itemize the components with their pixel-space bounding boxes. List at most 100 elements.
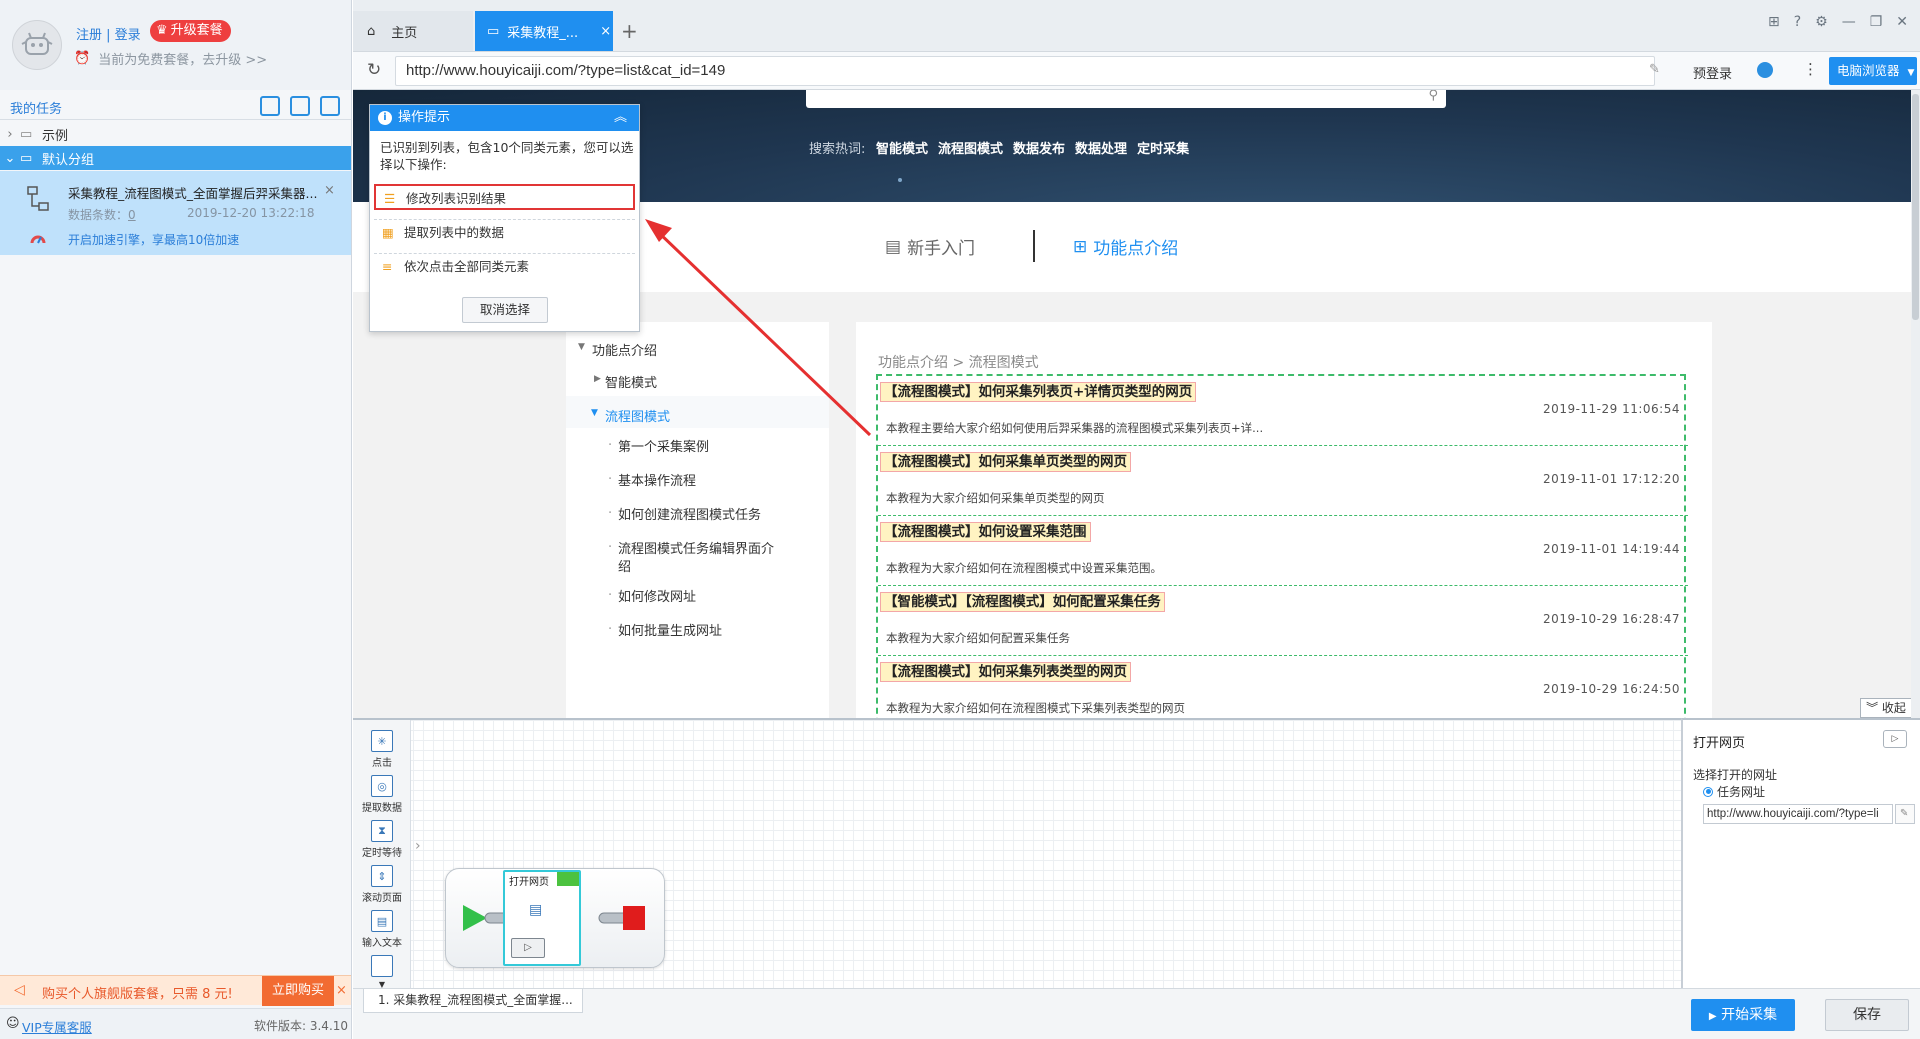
search-icon[interactable]: ⚲ (1428, 90, 1438, 103)
import-task-icon[interactable] (260, 96, 280, 116)
caret-down-icon: ▼ (578, 342, 585, 352)
edit-url-button[interactable]: ✎ (1895, 804, 1915, 824)
menu-item-active[interactable]: 流程图模式 (605, 406, 670, 425)
more-menu-icon[interactable]: ⋮ (1803, 60, 1818, 78)
pre-login-button[interactable]: 预登录 (1693, 63, 1732, 82)
collapse-button[interactable]: ︾ 收起 (1860, 698, 1912, 718)
collapse-up-icon[interactable]: ︽ (614, 105, 627, 131)
save-button[interactable]: 保存 (1825, 999, 1909, 1031)
list-item[interactable]: 【智能模式】【流程图模式】如何配置采集任务 2019-10-29 16:28:4… (878, 586, 1688, 656)
tab-tutorial[interactable]: ▭ 采集教程_... × (475, 11, 613, 51)
article-list[interactable]: 【流程图模式】如何采集列表页+详情页类型的网页 2019-11-29 11:06… (876, 374, 1688, 718)
cancel-selection-button[interactable]: 取消选择 (462, 297, 548, 323)
tool-click[interactable]: ✳ 点击 (356, 730, 408, 769)
login-link[interactable]: 注册 | 登录 (76, 24, 141, 43)
article-title[interactable]: 【流程图模式】如何采集列表页+详情页类型的网页 (880, 382, 1197, 402)
task-item[interactable]: 采集教程_流程图模式_全面掌握后羿采集器... × 数据条数：0 2019-12… (0, 171, 351, 255)
tool-wait[interactable]: ⧗ 定时等待 (356, 820, 408, 859)
tool-more[interactable]: ▼ (356, 955, 408, 990)
url-input[interactable]: http://www.houyicaiji.com/?type=list&cat… (395, 56, 1655, 86)
hot-word-link[interactable]: 定时采集 (1137, 138, 1189, 157)
tool-scroll[interactable]: ⇕ 滚动页面 (356, 865, 408, 904)
nav-beginner[interactable]: ▤ 新手入门 (885, 234, 975, 260)
workflow-canvas[interactable]: ✳ 点击 ◎ 提取数据 ⧗ 定时等待 ⇕ 滚动页面 ▤ 输入文本 ▼ › 打开网… (353, 718, 1681, 990)
search-task-icon[interactable] (320, 96, 340, 116)
extract-data-option[interactable]: ▦ 提取列表中的数据 (374, 219, 635, 245)
start-collect-button[interactable]: ▶ 开始采集 (1691, 999, 1795, 1031)
props-url-field[interactable]: http://www.houyicaiji.com/?type=li (1703, 804, 1893, 824)
help-icon[interactable]: ? (1794, 14, 1801, 30)
article-title[interactable]: 【流程图模式】如何采集单页类型的网页 (880, 452, 1131, 472)
avatar[interactable] (12, 20, 62, 70)
new-tab-button[interactable]: + (621, 11, 638, 51)
menu-item[interactable]: 第一个采集案例 (618, 436, 709, 455)
menu-item[interactable]: 流程图模式任务编辑界面介 (618, 538, 774, 557)
menu-item[interactable]: 功能点介绍 (592, 340, 657, 359)
speed-link[interactable]: 开启加速引擎，享最高10倍加速 (68, 231, 239, 248)
new-task-icon[interactable] (290, 96, 310, 116)
task-tab[interactable]: 1. 采集教程_流程图模式_全面掌握... (363, 989, 583, 1013)
gift-icon[interactable]: ⊞ (1768, 14, 1780, 30)
play-node-icon[interactable]: ▷ (511, 938, 545, 958)
vertical-scrollbar[interactable] (1911, 90, 1920, 718)
tip-header: i 操作提示 ︽ (370, 105, 639, 131)
article-title[interactable]: 【智能模式】【流程图模式】如何配置采集任务 (880, 592, 1165, 612)
edit-url-icon[interactable]: ✎ (1649, 62, 1660, 77)
refresh-icon[interactable]: ↻ (367, 60, 381, 80)
option-label: 修改列表识别结果 (406, 191, 507, 206)
close-icon[interactable]: × (324, 183, 335, 198)
tool-extract[interactable]: ◎ 提取数据 (356, 775, 408, 814)
software-version: 软件版本: 3.4.10 (254, 1019, 349, 1033)
group-example[interactable]: › ▭ 示例 (0, 122, 351, 146)
task-count-value[interactable]: 0 (128, 208, 136, 222)
menu-item[interactable]: 智能模式 (605, 372, 657, 391)
stop-icon[interactable] (623, 906, 645, 930)
nav-features[interactable]: ⊞ 功能点介绍 (1073, 234, 1178, 260)
browser-mode-dropdown[interactable]: 电脑浏览器 ▼ (1829, 57, 1917, 85)
tab-home[interactable]: ⌂ 主页 (353, 11, 473, 51)
input-text-icon: ▤ (371, 910, 393, 932)
scrollbar-thumb[interactable] (1912, 94, 1919, 320)
list-item[interactable]: 【流程图模式】如何采集列表类型的网页 2019-10-29 16:24:50 本… (878, 656, 1688, 718)
click-all-option[interactable]: ≡ 依次点击全部同类元素 (374, 253, 635, 279)
article-title[interactable]: 【流程图模式】如何设置采集范围 (880, 522, 1091, 542)
home-icon: ⌂ (367, 23, 376, 39)
user-badge-icon[interactable] (1757, 62, 1773, 78)
chevron-down-icon: ⌄ (4, 150, 16, 166)
list-item[interactable]: 【流程图模式】如何设置采集范围 2019-11-01 14:19:44 本教程为… (878, 516, 1688, 586)
minimize-icon[interactable]: — (1842, 14, 1856, 30)
hot-word-link[interactable]: 数据处理 (1075, 138, 1127, 157)
upgrade-button[interactable]: ♛ 升级套餐 (150, 20, 231, 42)
task-url-radio[interactable]: 任务网址 (1703, 783, 1765, 800)
menu-item-wrap[interactable]: 绍 (618, 556, 631, 575)
modify-list-option[interactable]: ☰ 修改列表识别结果 (374, 184, 635, 210)
settings-icon[interactable]: ⚙ (1815, 14, 1828, 30)
group-default[interactable]: ⌄ ▭ 默认分组 (0, 146, 351, 170)
run-node-button[interactable]: ▷ (1883, 730, 1907, 748)
tool-input[interactable]: ▤ 输入文本 (356, 910, 408, 949)
alarm-icon: ⏰ (74, 51, 91, 66)
menu-item[interactable]: 如何修改网址 (618, 586, 696, 605)
hot-word-link[interactable]: 智能模式 (876, 138, 928, 157)
hot-word-link[interactable]: 流程图模式 (938, 138, 1003, 157)
close-tab-icon[interactable]: × (600, 24, 611, 39)
menu-item[interactable]: 如何批量生成网址 (618, 620, 722, 639)
expand-toolbox-icon[interactable]: › (415, 838, 421, 854)
close-icon[interactable]: × (336, 983, 347, 998)
node-open-page[interactable]: 打开网页 ▤ ▷ (503, 870, 581, 966)
promo-text: 购买个人旗舰版套餐，只需 8 元! (42, 987, 233, 1002)
vip-service-link[interactable]: VIP专属客服 (22, 1017, 92, 1036)
close-window-icon[interactable]: ✕ (1896, 14, 1908, 30)
menu-item[interactable]: 基本操作流程 (618, 470, 696, 489)
restore-icon[interactable]: ❐ (1870, 14, 1883, 30)
list-item[interactable]: 【流程图模式】如何采集列表页+详情页类型的网页 2019-11-29 11:06… (878, 376, 1688, 446)
browser-mode-label: 电脑浏览器 (1837, 63, 1900, 78)
article-title[interactable]: 【流程图模式】如何采集列表类型的网页 (880, 662, 1131, 682)
menu-item[interactable]: 如何创建流程图模式任务 (618, 504, 761, 523)
list-item[interactable]: 【流程图模式】如何采集单页类型的网页 2019-11-01 17:12:20 本… (878, 446, 1688, 516)
article-desc: 本教程为大家介绍如何在流程图模式中设置采集范围。 (886, 561, 1162, 575)
plan-status[interactable]: ⏰ 当前为免费套餐，去升级 >> (74, 49, 267, 68)
hot-word-link[interactable]: 数据发布 (1013, 138, 1065, 157)
buy-now-button[interactable]: 立即购买 (262, 976, 334, 1006)
site-search-input[interactable]: ⚲ (806, 90, 1446, 108)
